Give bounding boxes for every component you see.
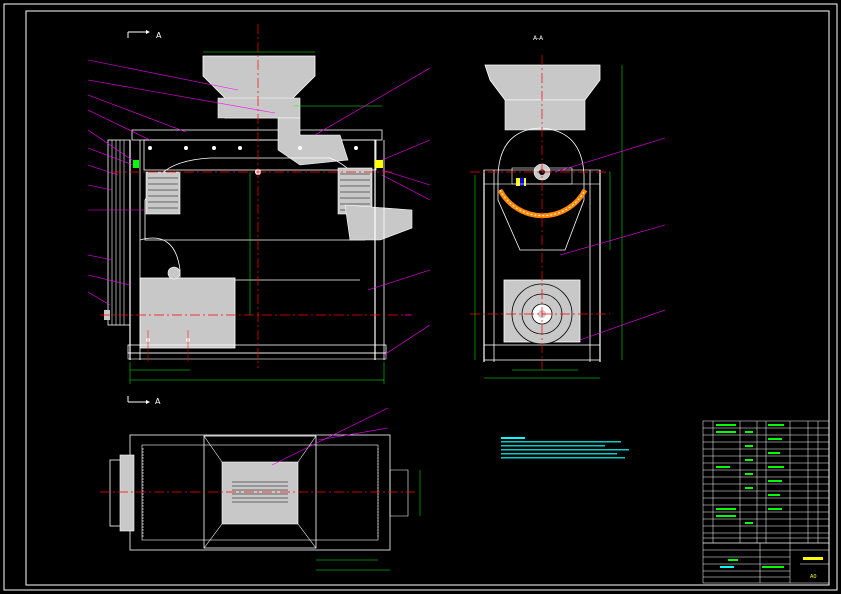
belt-pulley [107,139,131,326]
side-view: A-A [470,35,666,379]
top-frame [131,129,383,141]
bearing-left [133,160,139,168]
front-view: A [87,24,431,384]
bearing-right [375,160,383,168]
side-screen-arc [497,188,588,219]
front-view-marker: A [127,30,162,40]
side-view-label: A-A [533,35,544,42]
parts-list-fills [716,424,784,524]
technical-notes [501,437,629,459]
motor [139,277,236,349]
side-hopper [484,64,601,101]
top-view-label: A [155,397,161,406]
parts-list-table [702,420,830,544]
discharge-spout [344,204,413,241]
side-housing [497,127,585,251]
title-block-scale: A0 [810,574,817,580]
title-block-name [803,557,823,560]
top-view-marker: A [127,396,161,406]
front-view-label: A [156,31,162,40]
drawing-canvas: A A-A A A0 [3,3,838,591]
top-view: A [100,396,421,571]
